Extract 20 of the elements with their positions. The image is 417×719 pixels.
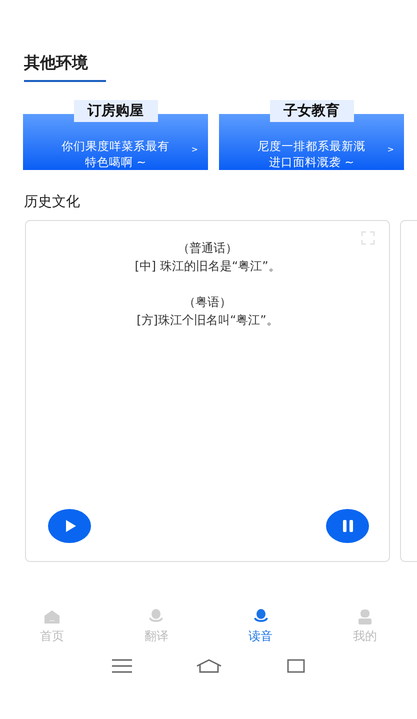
promo-description: 尼度一排都系最新溉进口面料溉袭 ~ bbox=[256, 138, 366, 170]
section-title: 历史文化 bbox=[24, 193, 81, 212]
promo-title: 订房购屋 bbox=[74, 100, 158, 122]
example-sentence: [中] 珠江的旧名是“粤江”。 bbox=[134, 258, 280, 275]
dialect-label: （粤语） bbox=[184, 294, 232, 311]
play-button[interactable] bbox=[48, 509, 91, 543]
person-icon bbox=[356, 608, 374, 626]
section-title: 其他环境 bbox=[24, 52, 88, 74]
arrow-icon: > bbox=[387, 145, 394, 154]
arrow-icon: > bbox=[191, 145, 198, 154]
pause-button[interactable] bbox=[326, 509, 369, 543]
dialect-label: （普通话） bbox=[178, 240, 238, 257]
home-icon[interactable] bbox=[196, 659, 222, 673]
promo-description: 你们果度咩菜系最有特色噶啊 ~ bbox=[60, 138, 170, 170]
menu-icon[interactable] bbox=[112, 659, 132, 673]
square-icon[interactable] bbox=[286, 659, 305, 673]
promo-title: 子女教育 bbox=[270, 100, 354, 122]
example-sentence: [方]珠江个旧名叫“粤江”。 bbox=[136, 312, 278, 329]
tab[interactable]: 读音 bbox=[208, 608, 313, 645]
home-icon bbox=[43, 608, 62, 626]
